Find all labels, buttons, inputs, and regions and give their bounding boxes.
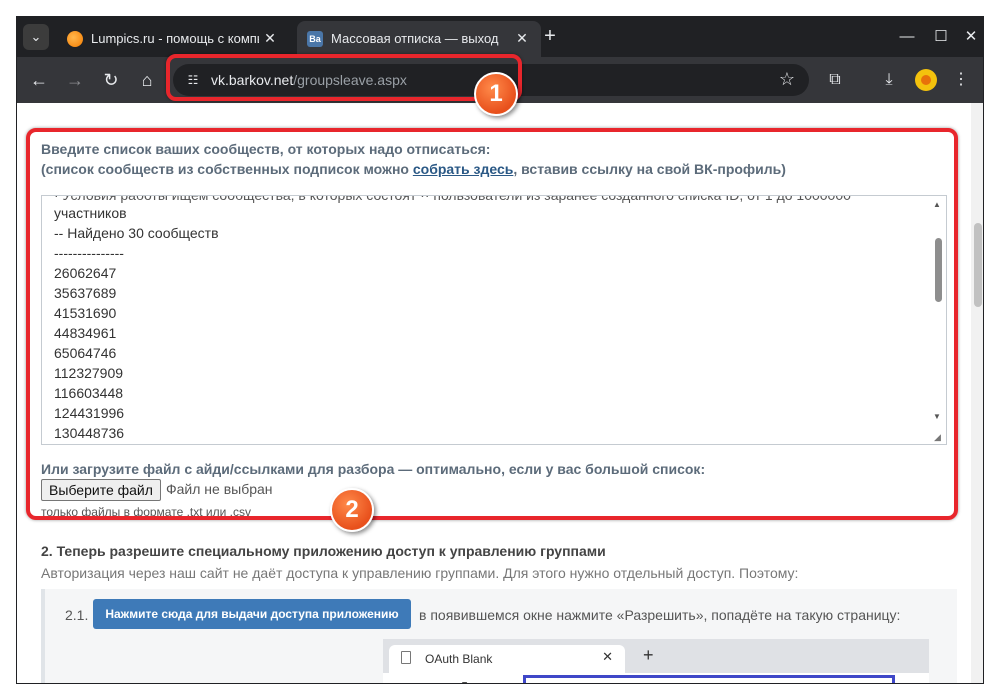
- forward-icon[interactable]: →: [63, 68, 87, 92]
- back-icon: ←: [397, 678, 413, 683]
- example-tab: OAuth Blank ✕: [389, 645, 625, 673]
- highlight-address-bar: [166, 54, 522, 101]
- back-icon[interactable]: ←: [27, 68, 51, 92]
- close-icon: ✕: [602, 649, 613, 664]
- profile-avatar[interactable]: [915, 69, 937, 91]
- example-url: https://api.vk.com/blank.html#access_tok…: [523, 675, 895, 683]
- maximize-icon[interactable]: ☐: [929, 25, 953, 49]
- substep-number: 2.1.: [65, 607, 89, 623]
- step-badge-2: 2: [330, 488, 374, 532]
- new-tab-icon[interactable]: +: [539, 26, 561, 48]
- forward-icon: →: [429, 678, 445, 683]
- lock-icon: 🔒: [501, 682, 516, 683]
- page-scroll-thumb[interactable]: [974, 223, 982, 307]
- tab-title: Массовая отписка — выход из: [331, 31, 503, 46]
- tab-search-button[interactable]: ⌄: [23, 24, 49, 50]
- tab-close-icon[interactable]: ✕: [261, 29, 279, 47]
- example-screenshot: OAuth Blank ✕ + ← → ↻ 🔒 https://api.vk.c…: [383, 639, 929, 683]
- tab-groupsleave[interactable]: Ва Массовая отписка — выход из ✕: [297, 21, 541, 57]
- tab-lumpics[interactable]: Lumpics.ru - помощь с компью ✕: [57, 21, 289, 57]
- substep-2-1: 2.1. Нажмите сюда для выдачи доступа при…: [41, 589, 957, 683]
- tab-close-icon[interactable]: ✕: [513, 29, 531, 47]
- download-icon[interactable]: ⤓: [877, 68, 901, 92]
- vk-favicon-icon: Ва: [307, 31, 323, 47]
- highlight-list-section: [26, 128, 958, 520]
- extensions-icon[interactable]: ⧉: [823, 68, 847, 92]
- tab-strip: ⌄ Lumpics.ru - помощь с компью ✕ Ва Масс…: [17, 17, 983, 57]
- step2-description: Авторизация через наш сайт не даёт досту…: [41, 565, 799, 581]
- substep-instruction: в появившемся окне нажмите «Разрешить», …: [419, 607, 901, 623]
- tab-title: Lumpics.ru - помощь с компью: [91, 31, 259, 46]
- page-scrollbar[interactable]: [971, 103, 983, 683]
- reload-icon[interactable]: ↻: [99, 68, 123, 92]
- home-icon[interactable]: ⌂: [135, 68, 159, 92]
- menu-icon[interactable]: ⋮: [949, 68, 973, 92]
- reload-icon: ↻: [461, 678, 474, 683]
- close-window-icon[interactable]: ✕: [959, 25, 983, 49]
- minimize-icon[interactable]: —: [895, 25, 919, 49]
- example-tab-title: OAuth Blank: [425, 652, 493, 666]
- document-icon: [401, 651, 411, 664]
- plus-icon: +: [643, 645, 654, 665]
- lumpics-favicon-icon: [67, 31, 83, 47]
- step2-title: 2. Теперь разрешите специальному приложе…: [41, 543, 606, 559]
- step-badge-1: 1: [474, 72, 518, 116]
- bookmark-star-icon[interactable]: ☆: [779, 69, 795, 90]
- example-toolbar: ← → ↻ 🔒 https://api.vk.com/blank.html#ac…: [383, 673, 929, 683]
- grant-access-button[interactable]: Нажмите сюда для выдачи доступа приложен…: [93, 599, 411, 629]
